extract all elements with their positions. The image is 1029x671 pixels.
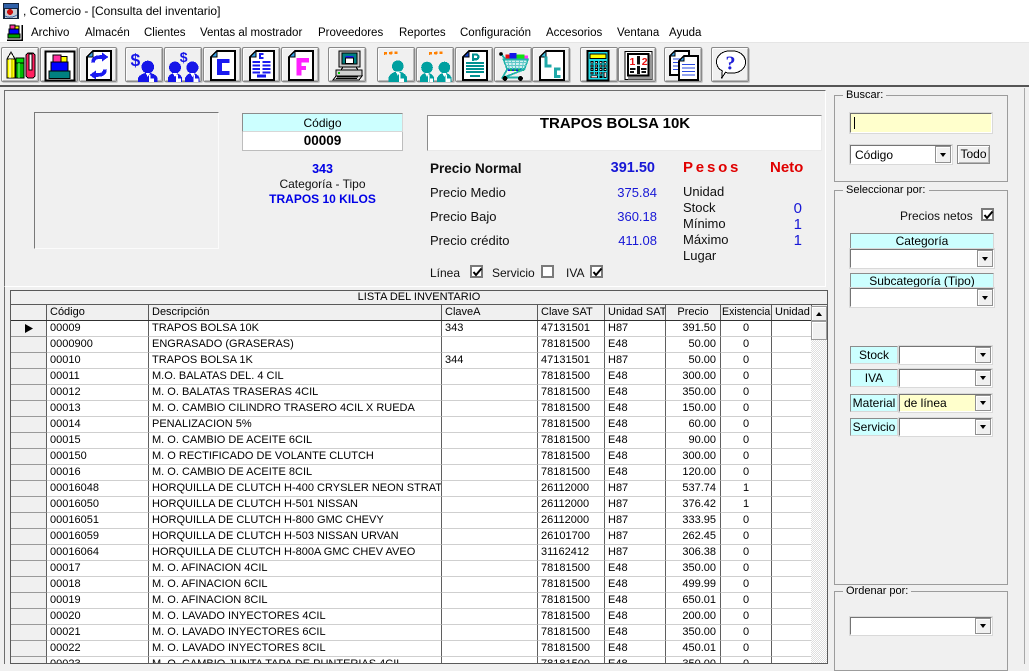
svg-text:?: ?: [726, 53, 736, 75]
svg-text:1: 1: [630, 56, 636, 68]
svg-text:2: 2: [642, 56, 648, 68]
svg-text:$: $: [180, 50, 188, 65]
svg-text:$: $: [131, 50, 141, 70]
